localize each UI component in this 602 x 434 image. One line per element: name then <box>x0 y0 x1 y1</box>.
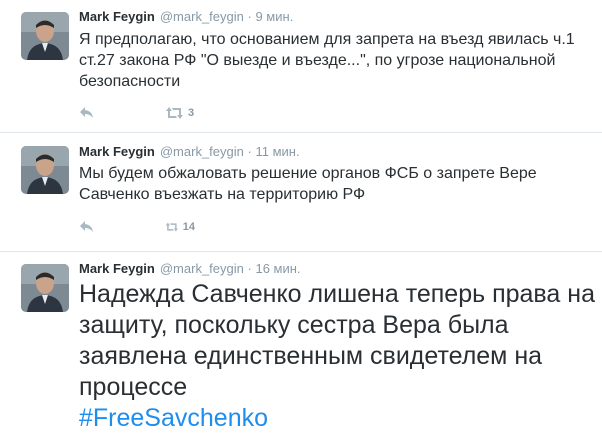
tweet-header: Mark Feygin @mark_feygin · 16 мин. <box>79 260 301 278</box>
author-handle[interactable]: @mark_feygin <box>160 144 244 159</box>
tweet-actions: 14 <box>79 218 195 236</box>
header-separator: · <box>247 261 252 276</box>
tweet-actions: 3 <box>79 104 195 122</box>
tweet-text-large: Надежда Савченко лишена теперь права на … <box>79 279 599 434</box>
author-name[interactable]: Mark Feygin <box>79 144 155 159</box>
tweet[interactable]: Mark Feygin @mark_feygin · 11 мин. Мы буд… <box>0 133 602 252</box>
hashtag-link[interactable]: #FreeSavchenko <box>79 403 599 434</box>
avatar[interactable] <box>21 146 69 194</box>
tweet-text: Я предполагаю, что основанием для запрет… <box>79 31 575 90</box>
tweet[interactable]: Mark Feygin @mark_feygin · 16 мин. Надежд… <box>0 252 602 432</box>
retweet-button[interactable]: 14 <box>165 221 195 233</box>
tweet-timestamp[interactable]: 16 мин. <box>255 261 300 276</box>
author-handle[interactable]: @mark_feygin <box>160 261 244 276</box>
tweet-text: Мы будем обжаловать решение органов ФСБ … <box>79 165 537 203</box>
author-name[interactable]: Mark Feygin <box>79 261 155 276</box>
tweet-timestamp[interactable]: 9 мин. <box>255 9 293 24</box>
avatar-photo <box>21 12 69 60</box>
tweet-text: Надежда Савченко лишена теперь права на … <box>79 280 595 401</box>
retweet-count[interactable]: 14 <box>183 221 195 233</box>
reply-button[interactable] <box>79 106 165 120</box>
reply-icon <box>80 107 93 118</box>
author-name[interactable]: Mark Feygin <box>79 9 155 24</box>
retweet-icon <box>165 222 179 232</box>
avatar-photo <box>21 264 69 312</box>
avatar[interactable] <box>21 264 69 312</box>
tweet[interactable]: Mark Feygin @mark_feygin · 9 мин. Я предп… <box>0 0 602 133</box>
reply-icon <box>80 221 93 232</box>
header-separator: · <box>247 9 252 24</box>
tweet-header: Mark Feygin @mark_feygin · 11 мин. <box>79 143 300 161</box>
retweet-icon <box>166 107 183 119</box>
author-handle[interactable]: @mark_feygin <box>160 9 244 24</box>
retweet-button[interactable]: 3 <box>165 107 195 119</box>
avatar[interactable] <box>21 12 69 60</box>
tweet-header: Mark Feygin @mark_feygin · 9 мин. <box>79 8 293 26</box>
header-separator: · <box>247 144 252 159</box>
retweet-count[interactable]: 3 <box>188 107 194 119</box>
avatar-photo <box>21 146 69 194</box>
reply-button[interactable] <box>79 220 165 234</box>
tweet-timestamp[interactable]: 11 мин. <box>255 144 299 159</box>
